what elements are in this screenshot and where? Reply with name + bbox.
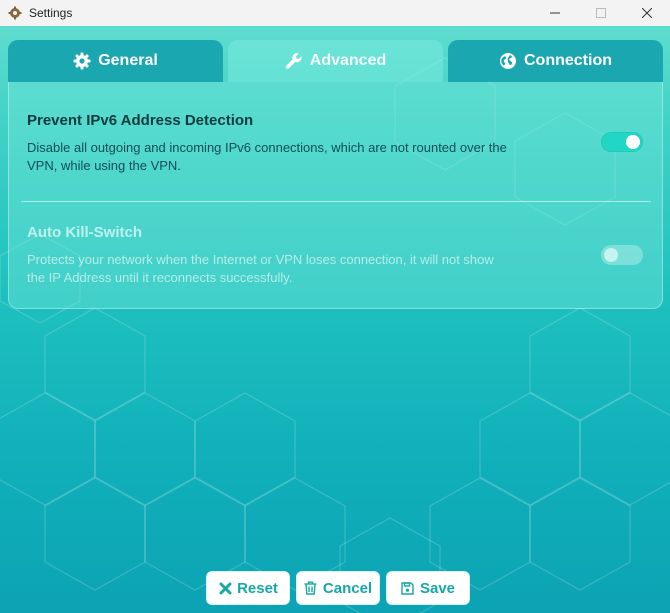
cancel-label: Cancel [322,579,373,597]
tab-advanced-label: Advanced [309,52,387,69]
minimize-button[interactable] [532,0,578,26]
close-button[interactable] [624,0,670,26]
reset-button[interactable]: Reset [206,571,290,605]
setting-description: Disable all outgoing and incoming IPv6 c… [27,140,507,173]
tab-advanced[interactable]: Advanced [228,40,443,82]
title-bar: Settings [0,0,670,26]
action-buttons: Reset Cancel Save [206,571,470,605]
floppy-disk-icon [401,581,415,595]
prevent-ipv6-toggle[interactable] [601,132,643,152]
maximize-icon [596,8,606,18]
settings-main: General Advanced Connection Prevent IPv6… [0,26,670,613]
trash-icon [304,581,318,595]
save-label: Save [419,579,456,597]
globe-icon [499,52,517,70]
setting-prevent-ipv6: Prevent IPv6 Address Detection Disable a… [27,112,647,175]
minimize-icon [550,12,560,14]
divider [21,201,651,202]
save-button[interactable]: Save [386,571,470,605]
setting-title: Auto Kill-Switch [27,224,142,241]
tab-connection[interactable]: Connection [448,40,663,82]
settings-tabs: General Advanced Connection [8,40,663,82]
window-title: Settings [29,6,73,20]
toggle-knob [626,135,640,149]
toggle-knob [604,248,618,262]
maximize-button[interactable] [578,0,624,26]
wrench-icon [285,52,303,70]
advanced-settings-panel: Prevent IPv6 Address Detection Disable a… [8,82,663,309]
setting-title: Prevent IPv6 Address Detection [27,112,254,129]
setting-auto-kill-switch: Auto Kill-Switch Protects your network w… [27,224,647,287]
window-controls [532,0,670,26]
tab-connection-label: Connection [524,52,612,69]
setting-description: Protects your network when the Internet … [27,252,494,285]
tab-general[interactable]: General [8,40,223,82]
close-x-icon [218,581,232,595]
gear-icon [73,52,91,70]
auto-kill-switch-toggle[interactable] [601,245,643,265]
reset-label: Reset [237,579,278,597]
tab-general-label: General [98,52,158,69]
settings-app-icon [7,5,23,21]
close-icon [642,8,652,18]
cancel-button[interactable]: Cancel [296,571,380,605]
